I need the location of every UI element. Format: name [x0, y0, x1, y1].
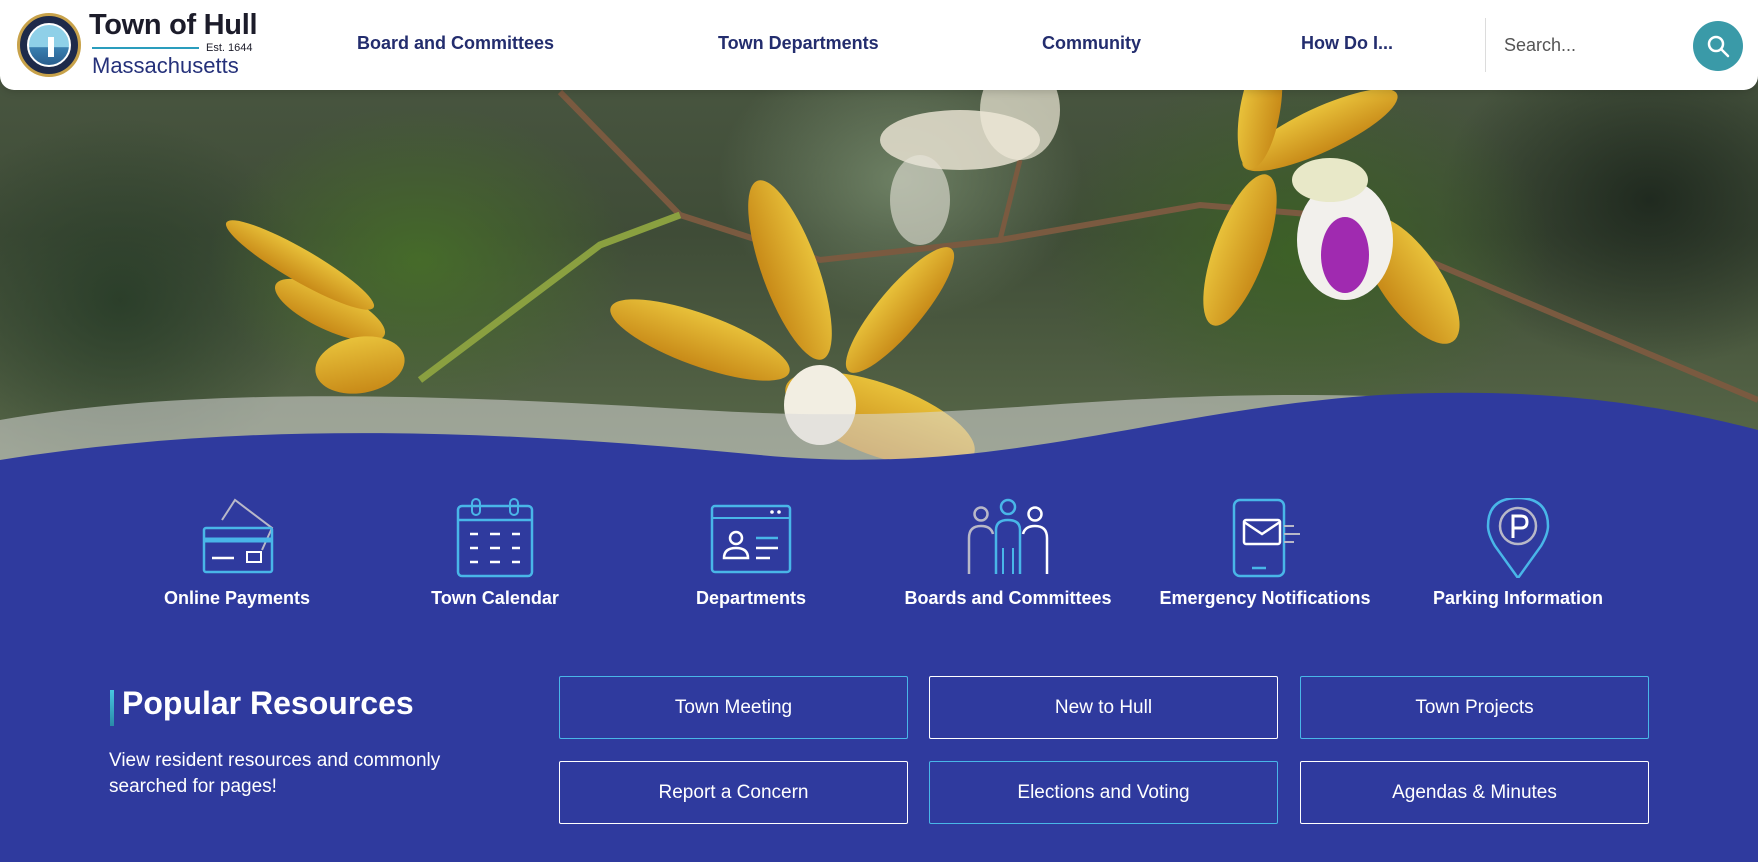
nav-board-and-committees[interactable]: Board and Committees — [357, 33, 554, 54]
search-divider — [1485, 18, 1486, 72]
section-accent-bar — [110, 690, 114, 726]
resource-button-report-a-concern[interactable]: Report a Concern — [559, 761, 908, 824]
credit-card-icon — [202, 498, 274, 574]
search-input[interactable] — [1498, 26, 1678, 64]
quick-link-parking-information[interactable]: Parking Information — [1403, 498, 1633, 609]
resource-button-agendas-and-minutes[interactable]: Agendas & Minutes — [1300, 761, 1649, 824]
nav-how-do-i[interactable]: How Do I... — [1301, 33, 1393, 54]
seal-emblem — [27, 23, 71, 67]
resource-button-town-meeting[interactable]: Town Meeting — [559, 676, 908, 739]
quick-link-online-payments[interactable]: Online Payments — [122, 498, 352, 609]
quick-link-label: Parking Information — [1432, 588, 1603, 608]
people-group-icon — [967, 498, 1049, 574]
resource-button-town-projects[interactable]: Town Projects — [1300, 676, 1649, 739]
phone-mail-icon — [1232, 498, 1300, 578]
lighthouse-icon — [48, 37, 54, 57]
quick-link-emergency-notifications[interactable]: Emergency Notifications — [1150, 498, 1380, 609]
resource-button-elections-and-voting[interactable]: Elections and Voting — [929, 761, 1278, 824]
search-icon — [1707, 35, 1730, 58]
site-state: Massachusetts — [92, 53, 239, 78]
quick-link-label: Online Payments — [163, 588, 311, 608]
quick-link-label: Departments — [695, 588, 807, 608]
popular-resources-heading: Popular Resources — [122, 685, 414, 721]
popular-resources-description: View resident resources and commonly sea… — [109, 750, 441, 797]
town-seal-logo[interactable] — [17, 13, 81, 77]
quick-link-town-calendar[interactable]: Town Calendar — [380, 498, 610, 609]
quick-link-departments[interactable]: Departments — [636, 498, 866, 609]
nav-community[interactable]: Community — [1042, 33, 1141, 54]
site-header: Town of Hull Est. 1644 Massachusetts Boa… — [0, 0, 1758, 90]
resource-button-new-to-hull[interactable]: New to Hull — [929, 676, 1278, 739]
id-card-icon — [710, 504, 792, 574]
site-title[interactable]: Town of Hull — [89, 9, 258, 42]
quick-link-label: Town Calendar — [431, 588, 559, 608]
calendar-icon — [456, 498, 534, 578]
logo-divider — [92, 47, 199, 49]
nav-town-departments[interactable]: Town Departments — [718, 33, 879, 54]
search-button[interactable] — [1693, 21, 1743, 71]
quick-link-boards-and-committees[interactable]: Boards and Committees — [893, 498, 1123, 609]
quick-link-label: Emergency Notifications — [1159, 588, 1371, 608]
quick-link-label: Boards and Committees — [904, 588, 1112, 608]
parking-pin-icon — [1486, 498, 1550, 578]
